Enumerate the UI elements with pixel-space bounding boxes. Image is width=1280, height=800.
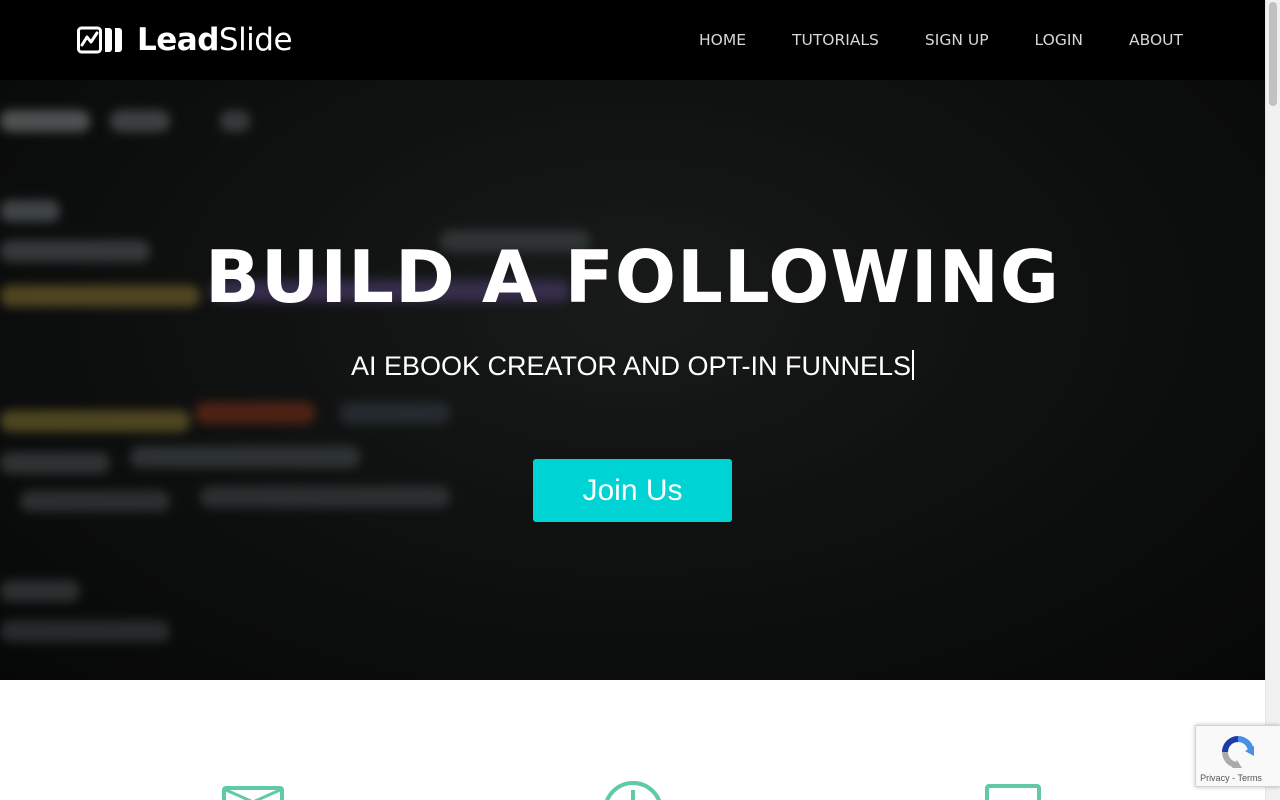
features-section [0,680,1265,800]
page: BUILD A FOLLOWING AI EBOOK CREATOR AND O… [0,0,1280,800]
page-scrollbar[interactable] [1265,0,1280,800]
hero-subtitle-text: AI EBOOK CREATOR AND OPT-IN FUNNELS [350,351,912,381]
recaptcha-badge[interactable]: Privacy - Terms [1195,725,1280,787]
nav-link-login[interactable]: LOGIN [1035,28,1083,52]
hero-overlay [0,0,1265,680]
hero-title: BUILD A FOLLOWING [205,235,1060,319]
main-nav: HOME TUTORIALS SIGN UP LOGIN ABOUT [699,28,1183,52]
leadslide-logo-icon [77,26,122,54]
brand-name: LeadSlide [137,22,293,58]
brand-name-regular: Slide [218,22,293,58]
nav-link-sign-up[interactable]: SIGN UP [925,28,989,52]
recaptcha-privacy-link[interactable]: Privacy [1200,773,1230,783]
scrollbar-thumb[interactable] [1269,2,1277,106]
hero-subtitle: AI EBOOK CREATOR AND OPT-IN FUNNELS [0,348,1265,384]
brand-name-bold: Lead [137,22,219,58]
nav-link-about[interactable]: ABOUT [1129,28,1183,52]
join-us-button[interactable]: Join Us [533,459,732,522]
typing-cursor [912,350,915,380]
top-navbar: LeadSlide HOME TUTORIALS SIGN UP LOGIN A… [0,0,1265,80]
monitor-icon [985,784,1041,800]
hero-section: BUILD A FOLLOWING AI EBOOK CREATOR AND O… [0,0,1265,680]
clock-icon [605,781,661,800]
recaptcha-terms-link[interactable]: Terms [1237,773,1262,783]
nav-link-tutorials[interactable]: TUTORIALS [792,28,879,52]
recaptcha-icon [1222,736,1254,768]
envelope-icon [222,786,284,800]
brand-logo[interactable]: LeadSlide [77,22,293,58]
nav-link-home[interactable]: HOME [699,28,746,52]
recaptcha-links: Privacy - Terms [1196,772,1266,784]
